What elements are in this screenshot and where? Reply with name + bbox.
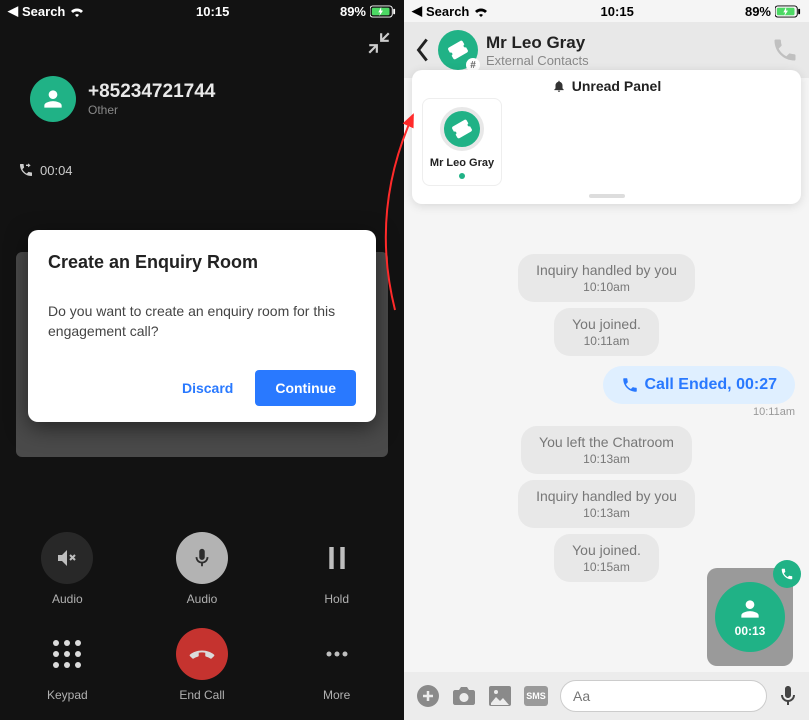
status-back-label[interactable]: Search (22, 4, 65, 19)
system-message: You joined.10:11am (554, 308, 659, 356)
system-message: You left the Chatroom10:13am (521, 426, 692, 474)
caller-number: +85234721744 (88, 81, 215, 103)
bell-icon (552, 79, 566, 93)
call-controls: Audio Audio Hold Keypad End Call More (0, 532, 404, 702)
pip-phone-badge (773, 560, 801, 588)
minimize-icon[interactable] (366, 30, 392, 56)
wifi-icon (473, 5, 489, 17)
online-dot (459, 173, 465, 179)
camera-icon (452, 685, 476, 707)
call-ended-bubble[interactable]: Call Ended, 00:27 (603, 366, 796, 404)
system-message: Inquiry handled by you10:10am (518, 254, 695, 302)
dialog-title: Create an Enquiry Room (48, 252, 356, 273)
call-icon (621, 376, 639, 394)
audio-output-button[interactable]: Audio (0, 532, 135, 606)
image-icon (488, 685, 512, 707)
system-message: Inquiry handled by you10:13am (518, 480, 695, 528)
active-call-pip[interactable]: 00:13 (707, 568, 793, 666)
hangup-icon (188, 640, 216, 668)
contact-avatar[interactable]: # (438, 30, 478, 70)
unread-panel[interactable]: Unread Panel Mr Leo Gray (412, 70, 801, 204)
person-icon (40, 86, 66, 112)
more-button[interactable]: More (269, 628, 404, 702)
message-input-bar: SMS (404, 672, 809, 720)
person-icon (737, 596, 763, 622)
back-caret: ◀ (8, 3, 18, 19)
ticket-icon (448, 40, 468, 60)
call-screen: ◀ Search 10:15 89% +85234721744 Other 00… (0, 0, 404, 720)
end-call-button[interactable]: End Call (135, 628, 270, 702)
phone-icon[interactable] (771, 36, 799, 64)
continue-button[interactable]: Continue (255, 370, 356, 406)
camera-button[interactable] (452, 684, 476, 708)
more-icon (325, 650, 349, 658)
microphone-icon (779, 684, 797, 708)
dialog-body: Do you want to create an enquiry room fo… (48, 301, 356, 342)
wifi-icon (69, 5, 85, 17)
status-back-label[interactable]: Search (426, 4, 469, 19)
keypad-icon (53, 640, 81, 668)
unread-card-name: Mr Leo Gray (427, 157, 497, 169)
status-battery-pct: 89% (340, 4, 366, 19)
call-transfer-icon (18, 162, 34, 178)
caller-info: +85234721744 Other (30, 76, 404, 122)
call-duration: 00:04 (40, 163, 73, 178)
status-bar: ◀ Search 10:15 89% (404, 0, 809, 22)
contact-subtitle: External Contacts (486, 53, 589, 68)
contact-name: Mr Leo Gray (486, 33, 589, 53)
sms-button[interactable]: SMS (524, 684, 548, 708)
keypad-button[interactable]: Keypad (0, 628, 135, 702)
status-time: 10:15 (601, 4, 634, 19)
call-timer-row: 00:04 (18, 162, 404, 178)
mute-button[interactable]: Audio (135, 532, 270, 606)
system-message: You joined.10:15am (554, 534, 659, 582)
battery-icon (370, 5, 396, 18)
drag-handle[interactable] (589, 194, 625, 198)
enquiry-dialog: Create an Enquiry Room Do you want to cr… (28, 230, 376, 422)
gallery-button[interactable] (488, 684, 512, 708)
pause-icon (327, 547, 347, 569)
status-battery-pct: 89% (745, 4, 771, 19)
pip-timer: 00:13 (735, 624, 766, 638)
status-time: 10:15 (196, 4, 229, 19)
status-bar: ◀ Search 10:15 89% (0, 0, 404, 22)
ticket-icon (452, 119, 472, 139)
message-input[interactable] (560, 680, 767, 712)
battery-icon (775, 5, 801, 18)
caller-avatar (30, 76, 76, 122)
plus-circle-icon (416, 684, 440, 708)
message-timestamp: 10:11am (418, 406, 795, 418)
microphone-icon (191, 547, 213, 569)
unread-contact-card[interactable]: Mr Leo Gray (422, 98, 502, 186)
unread-panel-label: Unread Panel (572, 78, 661, 94)
sms-icon: SMS (524, 686, 548, 706)
back-caret: ◀ (412, 3, 422, 19)
back-button[interactable] (414, 36, 430, 64)
phone-icon (780, 567, 794, 581)
chat-screen: ◀ Search 10:15 89% # Mr Leo Gray Externa… (404, 0, 809, 720)
hold-button[interactable]: Hold (269, 532, 404, 606)
caller-type: Other (88, 103, 215, 117)
add-button[interactable] (416, 684, 440, 708)
voice-button[interactable] (779, 684, 797, 708)
discard-button[interactable]: Discard (168, 370, 247, 406)
speaker-mute-icon (55, 546, 79, 570)
